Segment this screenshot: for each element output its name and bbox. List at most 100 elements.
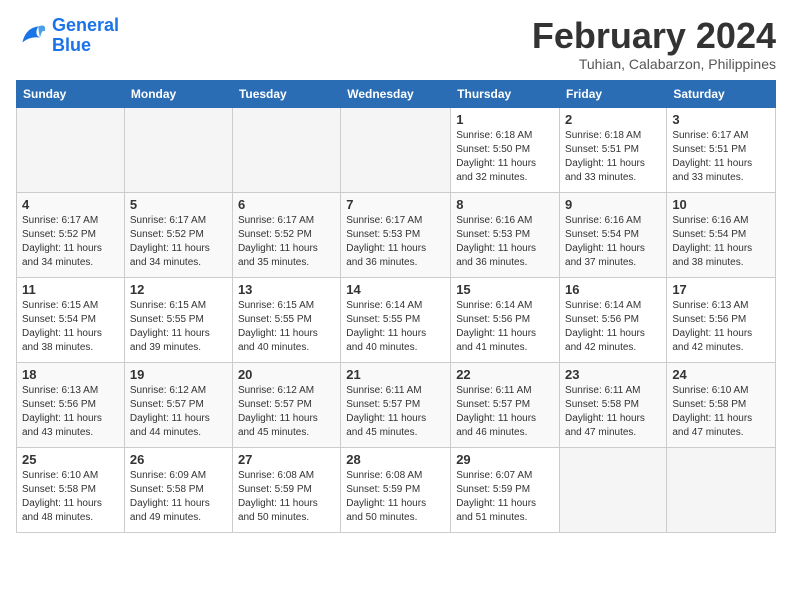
calendar-week-5: 25 Sunrise: 6:10 AM Sunset: 5:58 PM Dayli… [17,447,776,532]
day-content: Sunrise: 6:17 AM Sunset: 5:53 PM Dayligh… [346,214,445,270]
calendar-cell [17,107,125,192]
day-number: 14 [346,282,445,297]
day-content: Sunrise: 6:14 AM Sunset: 5:55 PM Dayligh… [346,299,445,355]
day-number: 28 [346,452,445,467]
calendar-cell: 5 Sunrise: 6:17 AM Sunset: 5:52 PM Daylig… [124,192,232,277]
calendar-cell: 15Sunrise: 6:14 AM Sunset: 5:56 PM Dayli… [451,277,560,362]
day-content: Sunrise: 6:17 AM Sunset: 5:52 PM Dayligh… [130,214,227,270]
day-content: Sunrise: 6:13 AM Sunset: 5:56 PM Dayligh… [672,299,770,355]
logo-text: General Blue [52,16,119,56]
calendar-cell: 27 Sunrise: 6:08 AM Sunset: 5:59 PM Dayli… [232,447,340,532]
day-number: 11 [22,282,119,297]
day-number: 12 [130,282,227,297]
column-header-friday: Friday [560,80,667,107]
month-title: February 2024 [532,16,776,56]
column-header-wednesday: Wednesday [341,80,451,107]
calendar-cell: 3Sunrise: 6:17 AM Sunset: 5:51 PM Daylig… [667,107,776,192]
column-header-monday: Monday [124,80,232,107]
calendar-cell: 9Sunrise: 6:16 AM Sunset: 5:54 PM Daylig… [560,192,667,277]
calendar-cell [341,107,451,192]
day-number: 2 [565,112,661,127]
calendar-cell: 7Sunrise: 6:17 AM Sunset: 5:53 PM Daylig… [341,192,451,277]
day-number: 17 [672,282,770,297]
day-content: Sunrise: 6:08 AM Sunset: 5:59 PM Dayligh… [238,469,335,525]
calendar-cell: 16 Sunrise: 6:14 AM Sunset: 5:56 PM Dayli… [560,277,667,362]
day-number: 6 [238,197,335,212]
day-content: Sunrise: 6:07 AM Sunset: 5:59 PM Dayligh… [456,469,554,525]
calendar-cell: 23Sunrise: 6:11 AM Sunset: 5:58 PM Dayli… [560,362,667,447]
day-content: Sunrise: 6:16 AM Sunset: 5:53 PM Dayligh… [456,214,554,270]
calendar-week-3: 11 Sunrise: 6:15 AM Sunset: 5:54 PM Dayli… [17,277,776,362]
calendar-cell: 17 Sunrise: 6:13 AM Sunset: 5:56 PM Dayli… [667,277,776,362]
day-content: Sunrise: 6:18 AM Sunset: 5:50 PM Dayligh… [456,129,554,185]
day-number: 18 [22,367,119,382]
day-content: Sunrise: 6:16 AM Sunset: 5:54 PM Dayligh… [672,214,770,270]
calendar-cell [124,107,232,192]
calendar-cell: 22Sunrise: 6:11 AM Sunset: 5:57 PM Dayli… [451,362,560,447]
day-content: Sunrise: 6:17 AM Sunset: 5:52 PM Dayligh… [238,214,335,270]
day-number: 24 [672,367,770,382]
calendar-cell: 11 Sunrise: 6:15 AM Sunset: 5:54 PM Dayli… [17,277,125,362]
day-content: Sunrise: 6:16 AM Sunset: 5:54 PM Dayligh… [565,214,661,270]
calendar-cell [232,107,340,192]
calendar-cell: 2 Sunrise: 6:18 AM Sunset: 5:51 PM Daylig… [560,107,667,192]
calendar-header: SundayMondayTuesdayWednesdayThursdayFrid… [17,80,776,107]
day-content: Sunrise: 6:10 AM Sunset: 5:58 PM Dayligh… [22,469,119,525]
day-content: Sunrise: 6:15 AM Sunset: 5:55 PM Dayligh… [238,299,335,355]
day-content: Sunrise: 6:18 AM Sunset: 5:51 PM Dayligh… [565,129,661,185]
day-content: Sunrise: 6:12 AM Sunset: 5:57 PM Dayligh… [130,384,227,440]
calendar-cell: 13Sunrise: 6:15 AM Sunset: 5:55 PM Dayli… [232,277,340,362]
calendar-cell: 12Sunrise: 6:15 AM Sunset: 5:55 PM Dayli… [124,277,232,362]
day-content: Sunrise: 6:11 AM Sunset: 5:58 PM Dayligh… [565,384,661,440]
day-content: Sunrise: 6:15 AM Sunset: 5:54 PM Dayligh… [22,299,119,355]
day-number: 15 [456,282,554,297]
column-header-thursday: Thursday [451,80,560,107]
calendar-week-1: 1 Sunrise: 6:18 AM Sunset: 5:50 PM Daylig… [17,107,776,192]
calendar-table: SundayMondayTuesdayWednesdayThursdayFrid… [16,80,776,533]
day-content: Sunrise: 6:17 AM Sunset: 5:52 PM Dayligh… [22,214,119,270]
day-number: 10 [672,197,770,212]
header-row: SundayMondayTuesdayWednesdayThursdayFrid… [17,80,776,107]
calendar-cell: 8 Sunrise: 6:16 AM Sunset: 5:53 PM Daylig… [451,192,560,277]
day-content: Sunrise: 6:11 AM Sunset: 5:57 PM Dayligh… [346,384,445,440]
calendar-body: 1 Sunrise: 6:18 AM Sunset: 5:50 PM Daylig… [17,107,776,532]
day-content: Sunrise: 6:08 AM Sunset: 5:59 PM Dayligh… [346,469,445,525]
day-number: 22 [456,367,554,382]
column-header-saturday: Saturday [667,80,776,107]
calendar-cell: 18 Sunrise: 6:13 AM Sunset: 5:56 PM Dayli… [17,362,125,447]
day-number: 8 [456,197,554,212]
logo: General Blue [16,16,119,56]
day-number: 25 [22,452,119,467]
logo-icon [16,20,48,52]
location: Tuhian, Calabarzon, Philippines [532,56,776,72]
day-number: 5 [130,197,227,212]
calendar-week-2: 4 Sunrise: 6:17 AM Sunset: 5:52 PM Daylig… [17,192,776,277]
calendar-cell: 6 Sunrise: 6:17 AM Sunset: 5:52 PM Daylig… [232,192,340,277]
calendar-week-4: 18 Sunrise: 6:13 AM Sunset: 5:56 PM Dayli… [17,362,776,447]
day-content: Sunrise: 6:10 AM Sunset: 5:58 PM Dayligh… [672,384,770,440]
calendar-cell: 26Sunrise: 6:09 AM Sunset: 5:58 PM Dayli… [124,447,232,532]
column-header-sunday: Sunday [17,80,125,107]
day-content: Sunrise: 6:13 AM Sunset: 5:56 PM Dayligh… [22,384,119,440]
page-header: General Blue February 2024 Tuhian, Calab… [16,16,776,72]
calendar-cell: 14 Sunrise: 6:14 AM Sunset: 5:55 PM Dayli… [341,277,451,362]
day-number: 21 [346,367,445,382]
calendar-cell [667,447,776,532]
calendar-cell: 28 Sunrise: 6:08 AM Sunset: 5:59 PM Dayli… [341,447,451,532]
day-number: 26 [130,452,227,467]
calendar-cell: 19 Sunrise: 6:12 AM Sunset: 5:57 PM Dayli… [124,362,232,447]
day-number: 1 [456,112,554,127]
calendar-cell: 29Sunrise: 6:07 AM Sunset: 5:59 PM Dayli… [451,447,560,532]
day-content: Sunrise: 6:14 AM Sunset: 5:56 PM Dayligh… [565,299,661,355]
day-content: Sunrise: 6:12 AM Sunset: 5:57 PM Dayligh… [238,384,335,440]
day-number: 19 [130,367,227,382]
title-block: February 2024 Tuhian, Calabarzon, Philip… [532,16,776,72]
calendar-cell: 21 Sunrise: 6:11 AM Sunset: 5:57 PM Dayli… [341,362,451,447]
day-number: 16 [565,282,661,297]
calendar-cell: 10 Sunrise: 6:16 AM Sunset: 5:54 PM Dayli… [667,192,776,277]
column-header-tuesday: Tuesday [232,80,340,107]
calendar-cell: 25 Sunrise: 6:10 AM Sunset: 5:58 PM Dayli… [17,447,125,532]
day-number: 27 [238,452,335,467]
calendar-cell [560,447,667,532]
day-number: 4 [22,197,119,212]
